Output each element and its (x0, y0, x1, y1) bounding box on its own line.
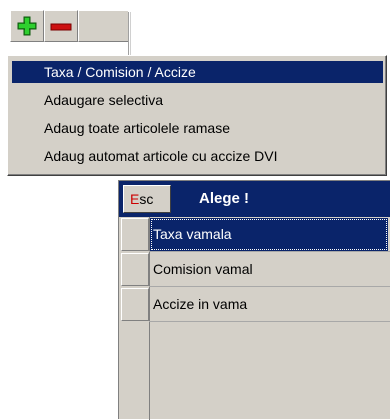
context-menu: Taxa / Comision / Accize Adaugare select… (7, 55, 387, 176)
esc-button[interactable]: Esc (123, 185, 171, 213)
esc-key-letter: E (130, 191, 140, 207)
esc-label-rest: sc (139, 191, 154, 207)
row-select-button[interactable] (121, 218, 149, 251)
list-item-label[interactable]: Taxa vamala (150, 218, 388, 251)
row-select-button[interactable] (121, 288, 149, 321)
red-minus-icon (50, 23, 72, 31)
panel-title: Alege ! (199, 190, 250, 207)
toolbar-divider (128, 12, 129, 58)
menu-item-adaugare-selectiva[interactable]: Adaugare selectiva (12, 89, 383, 111)
list-item[interactable]: Comision vamal (119, 252, 390, 287)
empty-toolbar-button[interactable] (78, 10, 128, 42)
list-item-label[interactable]: Accize in vama (150, 288, 388, 321)
menu-item-adaug-toate-articolele[interactable]: Adaug toate articolele ramase (12, 117, 383, 139)
list-item[interactable]: Accize in vama (119, 287, 390, 322)
green-plus-icon (17, 16, 37, 36)
selection-panel: Esc Alege ! Taxa vamala Comision vamal A… (118, 180, 390, 420)
remove-button[interactable] (44, 10, 78, 42)
row-divider (149, 321, 390, 322)
menu-item-taxa-comision-accize[interactable]: Taxa / Comision / Accize (12, 61, 383, 83)
panel-header: Esc Alege ! (119, 181, 390, 217)
add-button[interactable] (10, 10, 44, 42)
menu-item-adaug-automat-accize[interactable]: Adaug automat articole cu accize DVI (12, 145, 383, 167)
toolbar-divider-highlight (130, 12, 131, 58)
list-item-label[interactable]: Comision vamal (150, 253, 388, 286)
row-select-button[interactable] (121, 253, 149, 286)
list-item[interactable]: Taxa vamala (119, 217, 390, 252)
